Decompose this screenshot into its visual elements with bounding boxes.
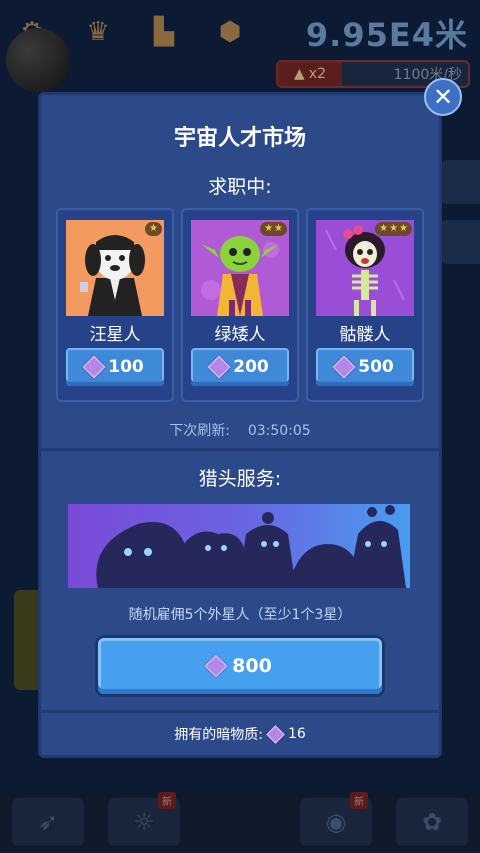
headhunt-label: 猎头服务: [198,468,282,490]
gem-icon [204,654,228,678]
headhunt-price: 800 [232,655,272,677]
modal-title: 宇宙人才市场 [173,126,306,151]
telescope-button[interactable]: 新 ◉ [300,792,372,846]
star-icon: ★ [274,223,283,234]
side-button[interactable] [440,220,480,264]
star-icon: ★ [264,223,274,234]
gem-icon [207,355,231,379]
price-label: 500 [358,357,394,377]
podium-icon[interactable]: ▙ [144,12,184,52]
rocket-icon: ➶ [37,808,59,836]
alien-name: 绿矮人 [214,325,266,345]
refresh-timer: 下次刷新: 03:50:05 [38,420,442,440]
multiplier-label: x2 [308,66,326,82]
dog-alien-portrait: ★ [66,220,164,316]
star-icon: ★ [399,223,408,234]
headhunt-button[interactable]: 800 [98,638,382,694]
price-label: 200 [233,357,269,377]
alien-name: 汪星人 [89,325,141,345]
price-label: 100 [108,357,144,377]
star-icon: ★ [389,223,399,234]
close-button[interactable]: ✕ [424,78,462,116]
planet-image [6,28,70,92]
job-seeking-label: 求职中: [208,176,272,198]
talent-market-modal: 宇宙人才市场 求职中: ★ 汪星人 100 ★ ★ 绿矮人 200 ★ ★ ★ … [38,92,442,758]
green-dwarf-portrait: ★ ★ [191,220,289,316]
new-badge: 新 [158,792,176,809]
settings-button[interactable]: ✿ [396,798,468,846]
speed-multiplier[interactable]: ▲ x2 [278,62,342,86]
side-button[interactable] [440,160,480,204]
star-icon: ★ [149,223,158,234]
rocket-button[interactable]: ➶ [12,798,84,846]
telescope-icon: ◉ [325,808,347,836]
hire-button-dwarf[interactable]: 200 [191,348,289,386]
trophy-icon[interactable]: ♛ [78,12,118,52]
dark-matter-balance: 拥有的暗物质: 16 [38,724,442,744]
dark-matter-label: 拥有的暗物质: [174,727,263,743]
gem-icon [332,355,356,379]
hire-button-skeleton[interactable]: 500 [316,348,414,386]
alien-card-skeleton[interactable]: ★ ★ ★ 骷髅人 500 [306,208,424,402]
star-icon: ★ [379,223,389,234]
dark-matter-count: 16 [287,726,306,742]
headhunt-description: 随机雇佣5个外星人（至少1个3星） [128,607,352,623]
refresh-label: 下次刷新: [169,423,230,439]
chat-icon[interactable]: ⬢ [210,12,250,52]
distance-readout: 9.95E4米 [305,16,468,54]
close-icon: ✕ [432,83,454,111]
alien-name: 骷髅人 [339,325,391,345]
star-rating: ★ [145,222,162,236]
hire-button-dog[interactable]: 100 [66,348,164,386]
section-divider [38,448,442,451]
star-rating: ★ ★ [260,222,287,236]
star-rating: ★ ★ ★ [375,222,412,236]
headhunt-banner-image [68,504,410,588]
refresh-time: 03:50:05 [247,423,311,439]
arrow-up-icon: ▲ [294,66,305,82]
new-badge: 新 [350,792,368,809]
alien-card-dwarf[interactable]: ★ ★ 绿矮人 200 [181,208,299,402]
alien-card-dog[interactable]: ★ 汪星人 100 [56,208,174,402]
item-button[interactable]: 新 ☼ [108,792,180,846]
gem-icon [82,355,106,379]
bottom-bar: ➶ 新 ☼ 新 ◉ ✿ [0,791,480,853]
skeleton-portrait: ★ ★ ★ [316,220,414,316]
alien-cards: ★ 汪星人 100 ★ ★ 绿矮人 200 ★ ★ ★ 骷髅人 500 [56,208,424,402]
section-divider [38,710,442,713]
gem-icon [266,724,285,744]
